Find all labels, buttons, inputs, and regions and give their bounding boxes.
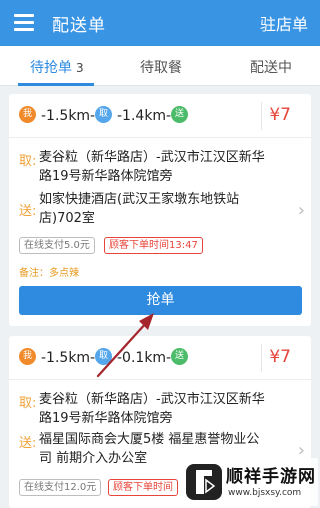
- watermark-title: 顺祥手游网: [226, 467, 316, 487]
- delivery-address: 如家快捷酒店(武汉王家墩东地铁站 店)702室: [39, 190, 291, 228]
- distance-to-delivery: -0.1km-: [117, 350, 172, 366]
- pickup-marker-icon: 取: [95, 348, 112, 365]
- pickup-address: 麦谷粒（新华路店）-武汉市江汉区新华 路19号新华路体院馆旁: [39, 148, 291, 186]
- watermark-logo-icon: [186, 464, 222, 500]
- order-price: ¥7: [269, 105, 291, 125]
- divider: [261, 102, 262, 130]
- menu-icon[interactable]: [14, 14, 34, 31]
- delivery-marker-icon: 送: [171, 348, 188, 365]
- distance-to-pickup: -1.5km-: [41, 108, 96, 124]
- order-price: ¥7: [269, 347, 291, 367]
- delivery-label: 送:: [19, 204, 37, 219]
- pickup-marker-icon: 取: [95, 106, 112, 123]
- active-tab-indicator: [18, 83, 94, 86]
- tab-pending-pickup[interactable]: 待取餐: [140, 57, 182, 77]
- delivery-address-line: 福星国际商会大厦5楼 福星惠誉物业公: [39, 432, 260, 447]
- distance-row: 我 -1.5km- 取 -1.4km- 送 ¥7: [9, 94, 311, 138]
- store-orders-button[interactable]: 驻店单: [260, 11, 308, 35]
- delivery-label: 送:: [19, 436, 37, 451]
- pickup-address-line: 路19号新华路体院馆旁: [39, 169, 173, 184]
- pickup-address-line: 麦谷粒（新华路店）-武汉市江汉区新华: [39, 392, 265, 407]
- delivery-address-line: 店)702室: [39, 211, 95, 226]
- pickup-address-line: 路19号新华路体院馆旁: [39, 411, 173, 426]
- top-bar: 配送单 驻店单: [0, 0, 320, 46]
- distance-row: 我 -1.5km- 取 -0.1km- 送 ¥7: [9, 336, 311, 380]
- chevron-right-icon[interactable]: ›: [298, 200, 305, 221]
- tab-label: 待抢单: [30, 60, 72, 76]
- page-title: 配送单: [52, 16, 106, 36]
- grab-order-button[interactable]: 抢单: [19, 286, 302, 315]
- pickup-label: 取:: [19, 154, 37, 169]
- tab-delivering[interactable]: 配送中: [250, 57, 292, 77]
- delivery-address-line: 如家快捷酒店(武汉王家墩东地铁站: [39, 192, 240, 207]
- order-card[interactable]: 我 -1.5km- 取 -1.4km- 送 ¥7 取: 麦谷粒（新华路店）-武汉…: [9, 94, 311, 326]
- delivery-marker-icon: 送: [171, 106, 188, 123]
- order-time-tag: 顾客下单时间13:47: [104, 237, 203, 254]
- divider: [261, 344, 262, 372]
- me-marker-icon: 我: [19, 106, 36, 123]
- watermark: 顺祥手游网 www.bjsxsy.com: [182, 458, 318, 506]
- distance-to-pickup: -1.5km-: [41, 350, 96, 366]
- tab-pending-grab[interactable]: 待抢单 3: [30, 57, 84, 77]
- watermark-url: www.bjsxsy.com: [228, 488, 302, 498]
- order-time-tag: 顾客下单时间: [108, 479, 178, 496]
- pickup-address-line: 麦谷粒（新华路店）-武汉市江汉区新华: [39, 150, 265, 165]
- me-marker-icon: 我: [19, 348, 36, 365]
- tab-count: 3: [76, 61, 84, 75]
- order-remark: 备注：多点辣: [19, 268, 79, 279]
- payment-tag: 在线支付5.0元: [19, 237, 95, 254]
- tab-bar: 待抢单 3 待取餐 配送中: [0, 46, 320, 86]
- pickup-label: 取:: [19, 396, 37, 411]
- payment-tag: 在线支付12.0元: [19, 479, 102, 496]
- pickup-address: 麦谷粒（新华路店）-武汉市江汉区新华 路19号新华路体院馆旁: [39, 390, 291, 428]
- distance-to-delivery: -1.4km-: [117, 108, 172, 124]
